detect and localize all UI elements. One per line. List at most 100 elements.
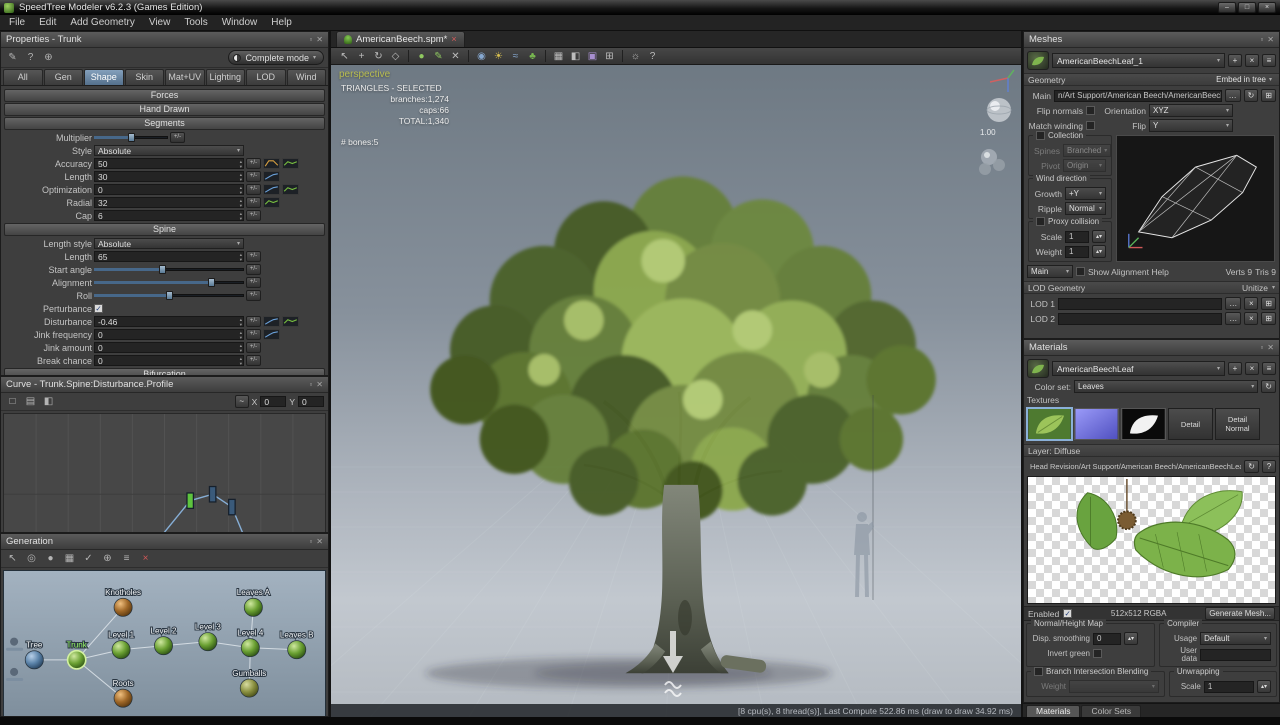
optimization-variance-button[interactable]: +/- [246,184,261,195]
jink-frequency-input[interactable]: 0▴▾ [94,329,244,340]
close-button[interactable]: × [1258,2,1276,13]
gen-node-level-2[interactable] [154,637,172,655]
enabled-checkbox[interactable]: ✓ [1063,609,1072,618]
cap-variance-button[interactable]: +/- [246,210,261,221]
color-set-dropdown[interactable]: Leaves▾ [1074,380,1258,393]
lod1-open-button[interactable]: ⊞ [1261,297,1276,310]
start-angle-variance-button[interactable]: +/- [246,264,261,275]
material-menu-button[interactable]: ≡ [1262,362,1276,375]
gen-node-gumballs[interactable] [240,679,258,697]
lod2-browse-button[interactable]: … [1225,312,1241,325]
radial-variance-button[interactable]: +/- [246,197,261,208]
node-edit-icon[interactable]: ● [414,49,429,64]
roll-variance-button[interactable]: +/- [246,290,261,301]
browse-mesh-button[interactable]: … [1225,89,1241,102]
menu-add-geometry[interactable]: Add Geometry [63,16,141,29]
optimization-curve-thumbnail[interactable] [263,184,280,195]
curve-graph[interactable] [3,413,326,533]
radial-input[interactable]: 32▴▾ [94,197,244,208]
float-panel-icon[interactable]: ▫ [309,35,312,44]
disp-smoothing-input[interactable]: 0 [1093,633,1121,645]
gen-node-roots[interactable] [114,689,132,707]
settings-icon[interactable]: ☼ [628,49,643,64]
gen-node-leaves-b[interactable] [288,641,306,659]
section-header-hand-drawn[interactable]: Hand Drawn [4,103,325,116]
length-input[interactable]: 30▴▾ [94,171,244,182]
tab-skin[interactable]: Skin [125,69,165,85]
leaf-icon[interactable]: ♣ [525,49,540,64]
section-header-forces[interactable]: Forces [4,89,325,102]
proxy-collision-checkbox[interactable] [1036,217,1045,226]
generate-mesh-button[interactable]: Generate Mesh... [1205,607,1275,620]
proxy-scale-spinner[interactable]: ▴▾ [1092,230,1106,243]
multiplier-slider[interactable] [94,133,168,142]
help-icon[interactable]: ? [645,49,660,64]
jink-amount-input[interactable]: 0▴▾ [94,342,244,353]
detail-normal-texture-button[interactable]: Detail Normal [1215,408,1260,440]
roll-slider[interactable] [94,291,244,300]
show-check-icon[interactable]: ✓ [81,552,96,566]
mesh-preview[interactable] [1116,135,1275,262]
curve-type-button[interactable]: ~ [235,395,249,408]
section-header-segments[interactable]: Segments [4,117,325,130]
menu-file[interactable]: File [2,16,32,29]
growth-dropdown[interactable]: +Y▾ [1065,187,1106,200]
select-icon[interactable]: ↖ [5,552,20,566]
perturbance-checkbox[interactable]: ✓ [94,304,103,313]
add-mesh-button[interactable]: + [1228,54,1242,67]
length-input[interactable]: 65▴▾ [94,251,244,262]
mesh-path-field[interactable]: n/Art Support/American Beech/AmericanBee… [1054,90,1222,102]
scale-icon[interactable]: ◇ [388,49,403,64]
unitize-label[interactable]: Unitize [1242,283,1268,293]
open-mesh-button[interactable]: ⊞ [1261,89,1276,102]
preview-mode-dropdown[interactable]: Main▾ [1027,265,1073,278]
camera-gizmo[interactable] [975,145,1009,179]
alignment-variance-button[interactable]: +/- [246,277,261,288]
delete-mesh-button[interactable]: × [1245,54,1259,67]
focus-icon[interactable]: ⊕ [100,552,115,566]
search-icon[interactable]: ◎ [24,552,39,566]
light-icon[interactable]: ☀ [491,49,506,64]
sphere-icon[interactable]: ● [43,552,58,566]
menu-help[interactable]: Help [264,16,299,29]
length-variance-button[interactable]: +/- [246,251,261,262]
gen-node-level-1[interactable] [112,641,130,659]
texture-preview[interactable] [1027,476,1276,604]
length-variance-button[interactable]: +/- [246,171,261,182]
curve-mode-icon[interactable]: □ [5,395,20,409]
invert-green-checkbox[interactable] [1093,649,1102,658]
texture-thumb-normal[interactable] [1074,408,1119,440]
viewport-3d[interactable]: 1.00 perspective TRIANGLES - SELECTED br… [331,65,1021,717]
optimization-input[interactable]: 0▴▾ [94,184,244,195]
tab-wind[interactable]: Wind [287,69,327,85]
close-panel-icon[interactable]: ✕ [1267,343,1274,352]
float-panel-icon[interactable]: ▫ [1260,343,1263,352]
x-input[interactable]: 0 [260,396,286,407]
help-icon[interactable]: ? [23,51,38,65]
tab-gen[interactable]: Gen [44,69,84,85]
measure-icon[interactable]: ⊞ [602,49,617,64]
accuracy-curve-thumbnail[interactable] [282,158,299,169]
mesh-leaf-icon[interactable] [1027,51,1049,70]
menu-edit[interactable]: Edit [32,16,63,29]
tab-lighting[interactable]: Lighting [206,69,246,85]
usage-dropdown[interactable]: Default▾ [1200,632,1271,645]
add-material-button[interactable]: + [1228,362,1242,375]
menu-view[interactable]: View [142,16,178,29]
texture-help-button[interactable]: ? [1262,460,1276,473]
tab-lod[interactable]: LOD [246,69,286,85]
float-panel-icon[interactable]: ▫ [309,380,312,389]
disp-smoothing-spinner[interactable]: ▴▾ [1124,632,1138,645]
minimize-button[interactable]: – [1218,2,1236,13]
lod2-open-button[interactable]: ⊞ [1261,312,1276,325]
proxy-weight-input[interactable]: 1 [1065,246,1089,258]
gen-node-leaves-a[interactable] [244,598,262,616]
wind-icon[interactable]: ≈ [508,49,523,64]
close-panel-icon[interactable]: ✕ [316,380,323,389]
background-icon[interactable]: ◧ [568,49,583,64]
hand-drawn-mini-node[interactable] [10,668,18,676]
cap-input[interactable]: 6▴▾ [94,210,244,221]
texture-refresh-button[interactable]: ↻ [1244,460,1259,473]
style-dropdown[interactable]: Absolute▾ [94,145,244,156]
gen-node-tree[interactable] [25,651,43,669]
